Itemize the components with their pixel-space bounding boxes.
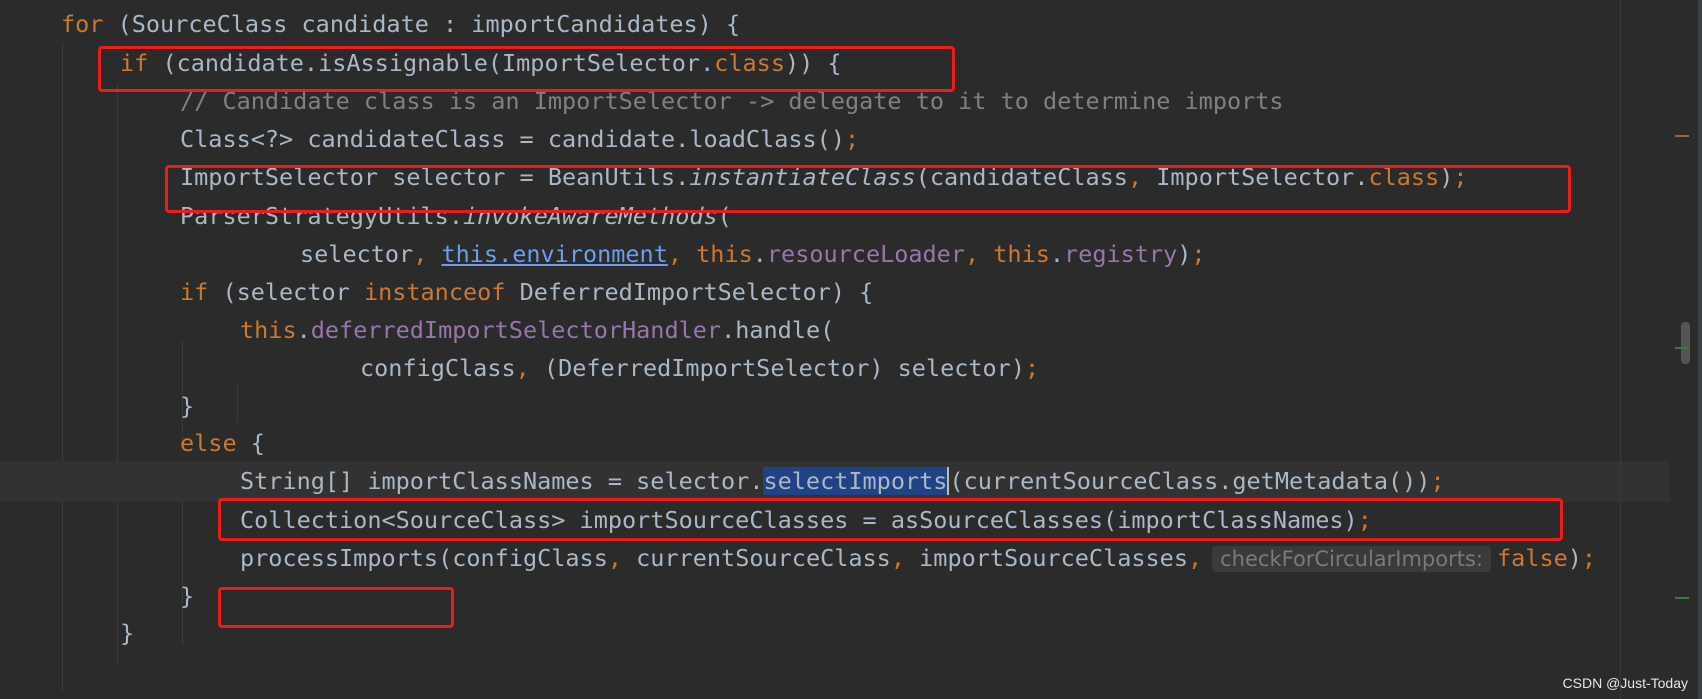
code-token: this — [240, 316, 297, 344]
code-token: .handle( — [721, 316, 835, 344]
code-token: for — [61, 10, 104, 38]
code-token: , — [1187, 544, 1203, 572]
code-token: (SourceClass candidate : importCandidate… — [103, 10, 741, 38]
code-token: String[] importClassNames = selector. — [240, 467, 764, 495]
code-token: , — [890, 544, 905, 572]
code-token: false — [1497, 544, 1568, 572]
code-token: resourceLoader — [766, 240, 965, 268]
code-token: deferredImportSelectorHandler — [310, 316, 722, 344]
code-token: ; — [1191, 240, 1206, 268]
error-stripe-mark[interactable] — [1675, 347, 1689, 349]
code-token: ; — [1581, 544, 1597, 572]
code-line[interactable]: else { — [0, 423, 1702, 464]
code-token: . — [752, 240, 767, 268]
code-line[interactable]: selector, this.environment, this.resourc… — [0, 234, 1702, 275]
code-token: } — [180, 582, 195, 610]
code-token: ; — [1024, 354, 1040, 382]
code-token: (DeferredImportSelector) selector) — [529, 354, 1025, 382]
editor-right-edge — [1698, 0, 1702, 699]
code-token: registry — [1064, 240, 1178, 268]
code-token: , this — [964, 240, 1050, 268]
highlight-box-select-imports — [218, 498, 1563, 541]
code-token: currentSourceClass — [622, 544, 891, 572]
parameter-hint: checkForCircularImports: — [1212, 546, 1491, 572]
code-token: else — [180, 429, 237, 457]
selected-text: selectImports — [763, 467, 948, 495]
highlight-box-instantiate-selector — [165, 165, 1571, 213]
highlight-box-process-imports — [218, 587, 454, 628]
code-token: , this — [667, 240, 753, 268]
code-token: . — [296, 316, 311, 344]
code-token: ) — [1567, 544, 1582, 572]
code-token: ; — [844, 125, 860, 153]
code-line[interactable]: for (SourceClass candidate : importCandi… — [0, 4, 1702, 45]
code-token: ) — [1177, 240, 1192, 268]
code-line[interactable]: processImports(configClass, currentSourc… — [0, 538, 1702, 579]
code-token: } — [120, 619, 135, 647]
code-token: , — [607, 544, 623, 572]
code-line[interactable]: if (selector instanceof DeferredImportSe… — [0, 272, 1702, 313]
code-line[interactable]: this.deferredImportSelectorHandler.handl… — [0, 310, 1702, 351]
code-token: if — [180, 278, 209, 306]
scrollbar-thumb[interactable] — [1681, 322, 1690, 364]
code-token: selector — [300, 240, 414, 268]
code-token: , — [413, 240, 442, 268]
code-token: ; — [1430, 467, 1445, 495]
code-line[interactable]: configClass, (DeferredImportSelector) se… — [0, 348, 1702, 389]
code-token: , — [515, 354, 530, 382]
code-token: (selector — [208, 278, 364, 306]
code-token: configClass — [360, 354, 516, 382]
code-token: this.environment — [441, 240, 668, 268]
code-token: DeferredImportSelector) { — [505, 278, 874, 306]
error-stripe-mark[interactable] — [1675, 597, 1689, 599]
code-token: (currentSourceClass.getMetadata()) — [949, 467, 1431, 495]
code-token: importSourceClasses — [905, 544, 1188, 572]
code-token: processImports(configClass — [240, 544, 608, 572]
code-token: { — [236, 429, 265, 457]
code-token: instanceof — [363, 278, 506, 306]
code-line[interactable]: } — [0, 386, 1702, 427]
code-line[interactable]: Class<?> candidateClass = candidate.load… — [0, 119, 1702, 160]
right-margin-line — [1620, 0, 1621, 699]
code-token: . — [1049, 240, 1065, 268]
code-token: } — [180, 392, 195, 420]
highlight-box-if-isassignable — [98, 46, 955, 92]
code-line[interactable]: String[] importClassNames = selector.sel… — [0, 461, 1702, 502]
error-stripe-mark[interactable] — [1675, 135, 1689, 137]
code-token: Class<?> candidateClass = candidate.load… — [180, 125, 845, 153]
watermark: CSDN @Just-Today — [1562, 675, 1688, 691]
